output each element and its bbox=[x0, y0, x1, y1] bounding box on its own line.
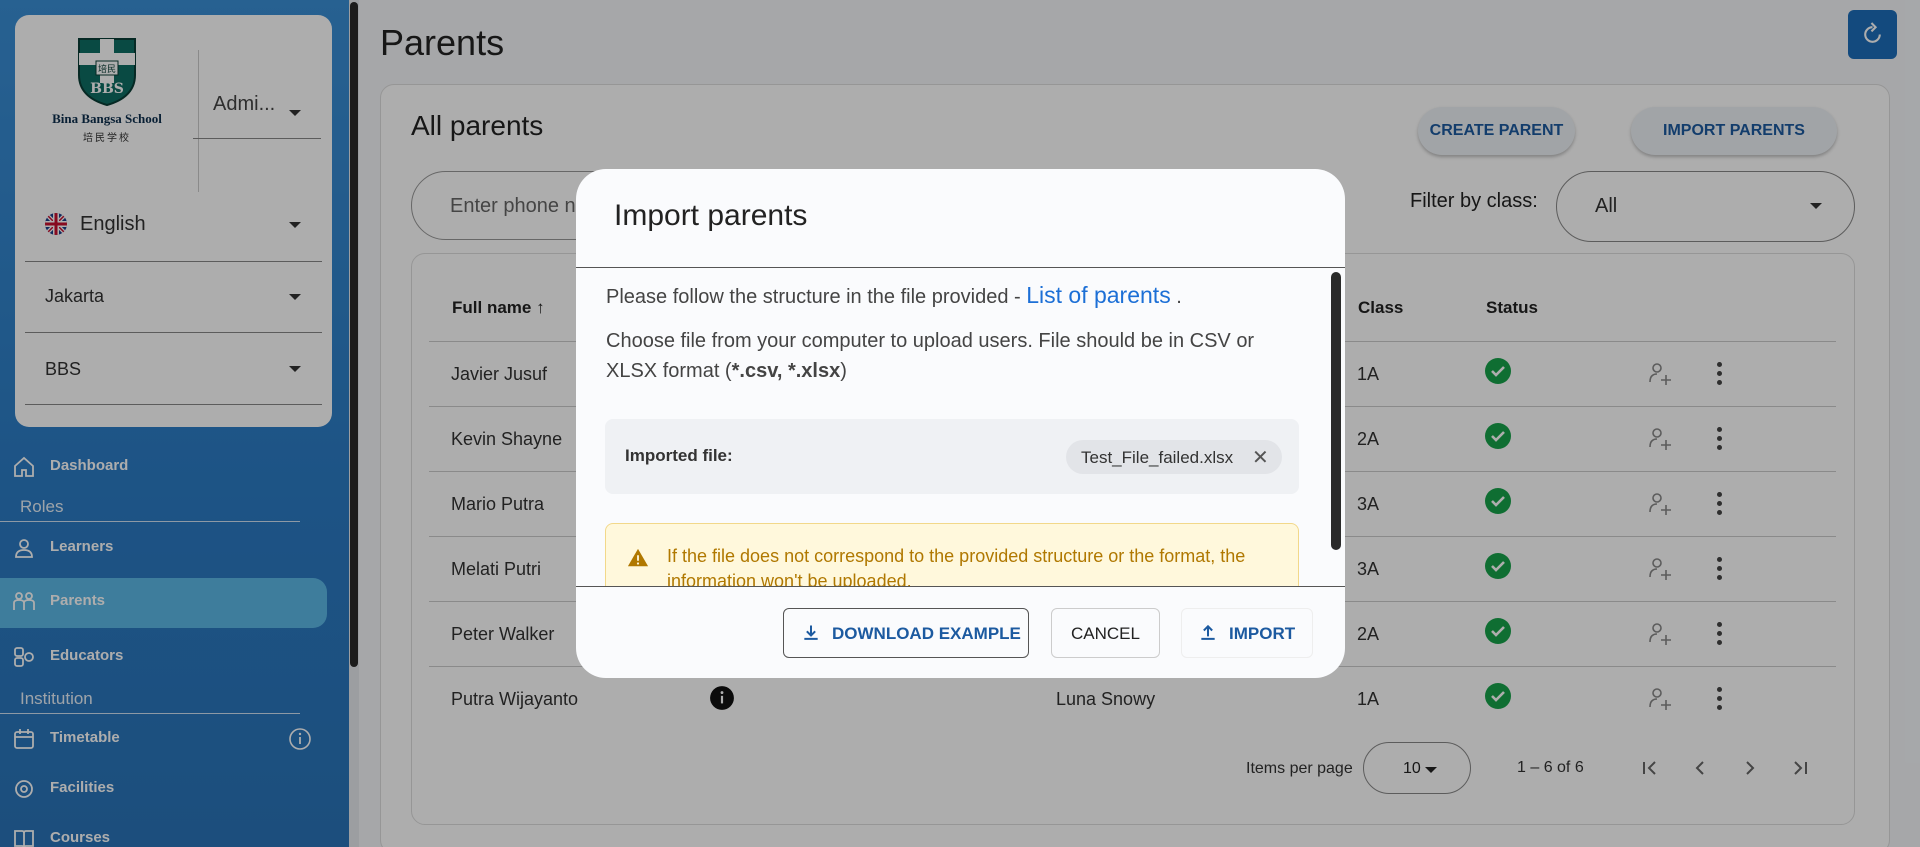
imported-file-label: Imported file: bbox=[625, 446, 733, 465]
warning-icon bbox=[627, 548, 649, 567]
file-chip: Test_File_failed.xlsx ✕ bbox=[1066, 440, 1282, 474]
file-name: Test_File_failed.xlsx bbox=[1081, 448, 1234, 467]
cancel-button[interactable]: CANCEL bbox=[1051, 608, 1160, 658]
warning-text: If the file does not correspond to the p… bbox=[667, 546, 1246, 586]
choose-file-text: Choose file from your computer to upload… bbox=[606, 330, 1255, 382]
list-of-parents-link[interactable]: List of parents bbox=[1026, 282, 1170, 308]
warning-box: If the file does not correspond to the p… bbox=[605, 523, 1299, 586]
dialog-title: Import parents bbox=[614, 199, 808, 232]
dialog-scrollbar[interactable] bbox=[1330, 269, 1342, 586]
download-icon bbox=[804, 625, 818, 640]
imported-file-box: Imported file: Test_File_failed.xlsx ✕ bbox=[605, 419, 1299, 494]
download-example-button[interactable]: DOWNLOAD EXAMPLE bbox=[783, 608, 1029, 658]
scrollbar-thumb[interactable] bbox=[1331, 272, 1341, 550]
upload-icon bbox=[1201, 624, 1215, 640]
import-parents-dialog: Import parents Please follow the structu… bbox=[576, 169, 1345, 678]
dialog-body: Please follow the structure in the file … bbox=[576, 268, 1345, 586]
divider bbox=[576, 586, 1345, 587]
instruction-text: Please follow the structure in the file … bbox=[606, 282, 1182, 308]
import-button[interactable]: IMPORT bbox=[1181, 608, 1313, 658]
close-icon[interactable]: ✕ bbox=[1252, 445, 1269, 470]
